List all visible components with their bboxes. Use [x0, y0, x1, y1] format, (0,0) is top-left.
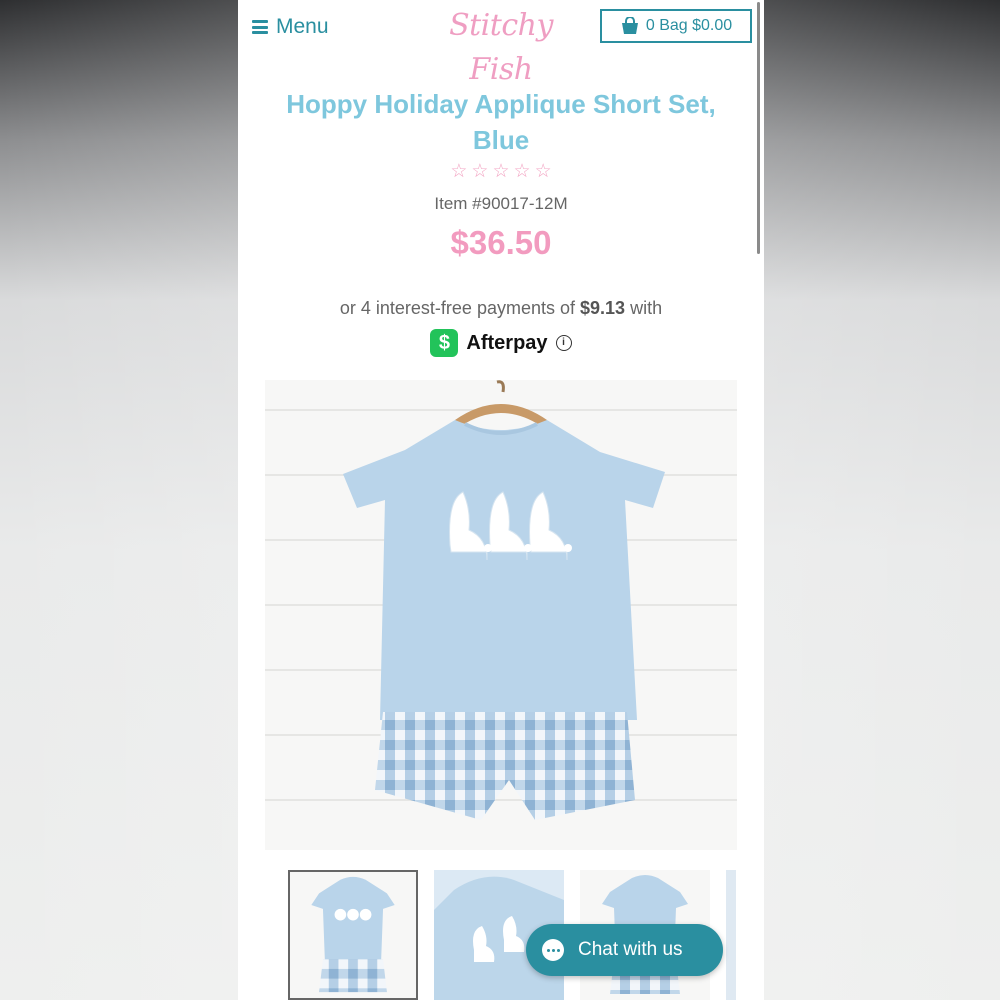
- thumbnail-1[interactable]: [288, 870, 418, 1000]
- info-icon[interactable]: i: [555, 335, 572, 351]
- star-outline-icon: ☆: [513, 161, 531, 182]
- chat-bubble-icon: [542, 939, 564, 961]
- background-left: [0, 0, 238, 1000]
- product-price: $36.50: [450, 224, 552, 261]
- chat-button[interactable]: Chat with us: [526, 924, 723, 976]
- star-outline-icon: ☆: [450, 161, 468, 182]
- afterpay-dollar-icon: $: [430, 329, 459, 357]
- bag-button[interactable]: 0 Bag $0.00: [600, 9, 752, 43]
- item-number: Item #90017-12M: [434, 194, 568, 213]
- star-outline-icon: ☆: [492, 161, 510, 182]
- product-main-image[interactable]: [265, 380, 737, 850]
- menu-button[interactable]: Menu: [252, 12, 329, 42]
- star-outline-icon: ☆: [471, 161, 489, 182]
- site-logo[interactable]: Stitchy Fish: [428, 4, 574, 87]
- product-title: Hoppy Holiday Applique Short Set, Blue: [286, 89, 716, 155]
- thumbnail-4-partial[interactable]: [726, 870, 736, 1000]
- afterpay-label: Afterpay: [466, 331, 548, 354]
- afterpay-suffix: with: [630, 298, 663, 318]
- chat-label: Chat with us: [578, 939, 683, 960]
- menu-label: Menu: [276, 15, 329, 38]
- afterpay-amount: $9.13: [580, 298, 626, 318]
- rating-stars[interactable]: ☆ ☆ ☆ ☆ ☆: [238, 160, 764, 184]
- shopping-bag-icon: [621, 17, 638, 34]
- afterpay-prefix: or 4 interest-free payments of: [339, 298, 575, 318]
- hamburger-icon: [252, 20, 268, 34]
- bag-label: 0 Bag $0.00: [645, 17, 733, 34]
- afterpay-message: or 4 interest-free payments of $9.13 wit…: [238, 298, 764, 319]
- site-header: Menu Stitchy Fish 0 Bag $0.00: [238, 0, 764, 87]
- star-outline-icon: ☆: [534, 161, 552, 182]
- background-right: [764, 0, 1000, 1000]
- afterpay-brand[interactable]: $ Afterpay i: [238, 328, 764, 358]
- phone-screen: Menu Stitchy Fish 0 Bag $0.00 Hoppy Holi…: [238, 0, 764, 1000]
